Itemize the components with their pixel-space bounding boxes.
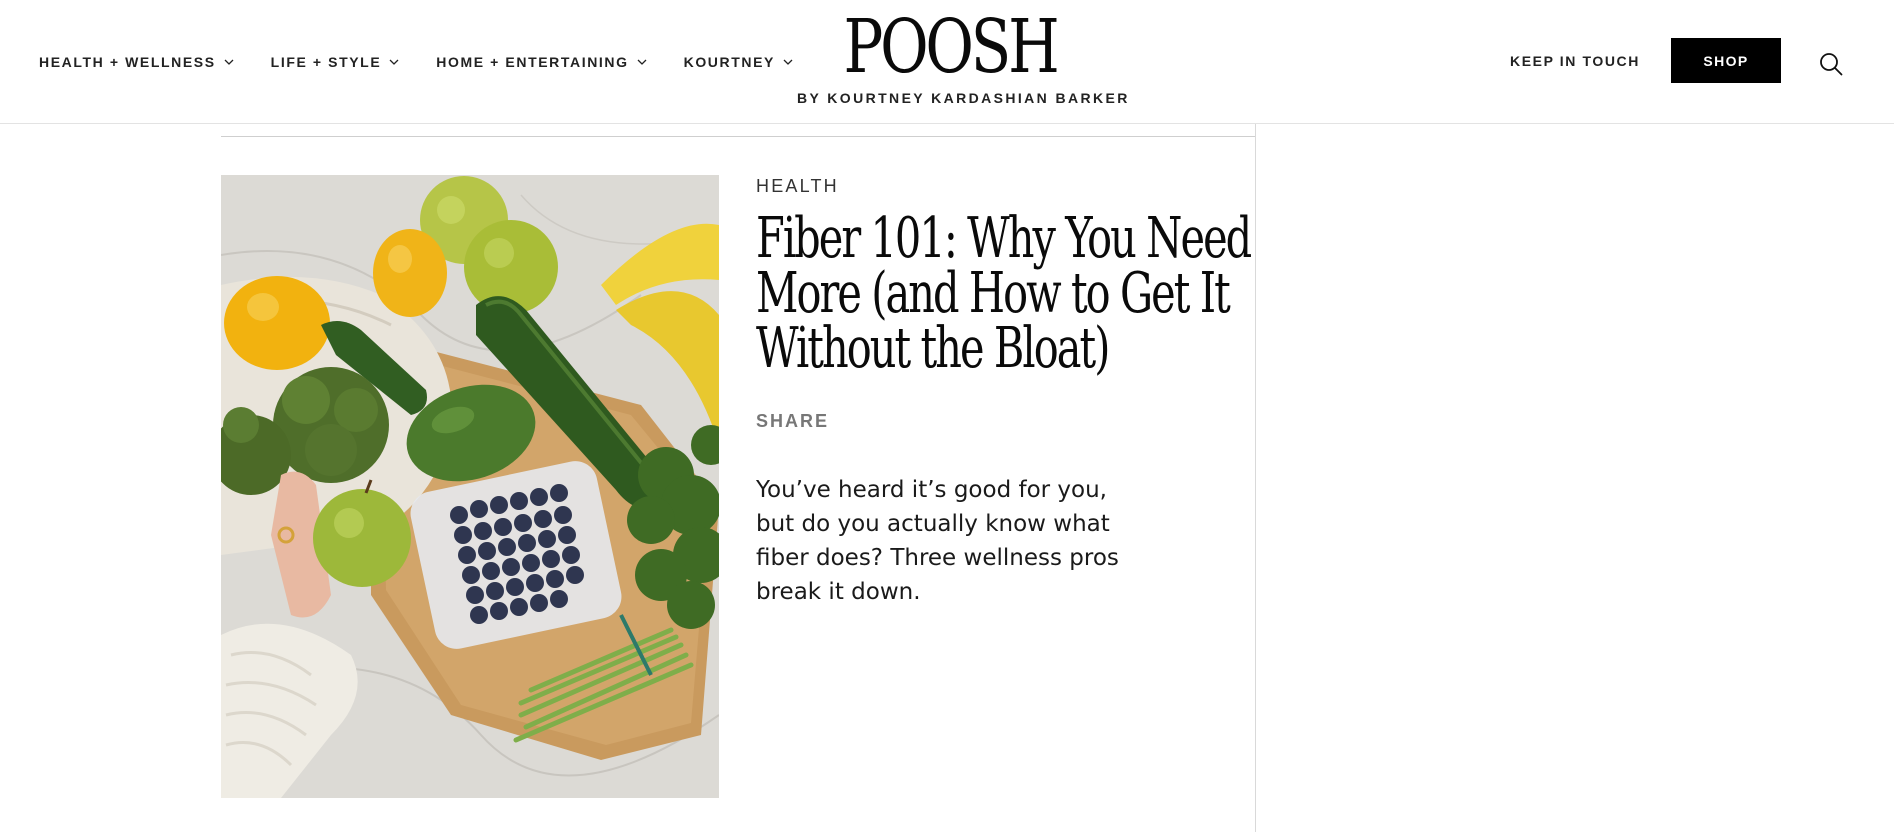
chevron-down-icon [637,57,647,67]
chevron-down-icon [389,57,399,67]
main-nav: HEALTH + WELLNESS LIFE + STYLE HOME + EN… [39,54,830,70]
nav-item-kourtney[interactable]: KOURTNEY [684,54,793,70]
nav-item-label: HEALTH + WELLNESS [39,54,216,70]
article-hero-image[interactable] [221,175,719,798]
nav-item-health-wellness[interactable]: HEALTH + WELLNESS [39,54,234,70]
article-dek: You’ve heard it’s good for you, but do y… [756,477,1119,605]
article-category[interactable]: HEALTH [756,176,839,197]
site-header: HEALTH + WELLNESS LIFE + STYLE HOME + EN… [0,0,1894,124]
nav-item-label: LIFE + STYLE [270,54,382,70]
site-logo-link[interactable]: POOSH BY KOURTNEY KARDASHIAN BARKER [797,4,1130,106]
chevron-down-icon [783,57,793,67]
article-title[interactable]: Fiber 101: Why You Need More (and How to… [756,211,1274,377]
site-logo: POOSH [843,4,1059,90]
section-rule [221,136,1255,137]
share-button[interactable]: SHARE [756,411,829,432]
shop-button[interactable]: SHOP [1671,38,1781,83]
keep-in-touch-link[interactable]: KEEP IN TOUCH [1510,53,1640,69]
site-tagline: BY KOURTNEY KARDASHIAN BARKER [797,90,1130,106]
nav-item-life-style[interactable]: LIFE + STYLE [271,54,400,70]
nav-item-label: KOURTNEY [683,54,775,70]
nav-item-home-entertaining[interactable]: HOME + ENTERTAINING [436,54,647,70]
nav-item-label: HOME + ENTERTAINING [436,54,629,70]
chevron-down-icon [224,57,234,67]
search-icon[interactable] [1818,51,1844,77]
